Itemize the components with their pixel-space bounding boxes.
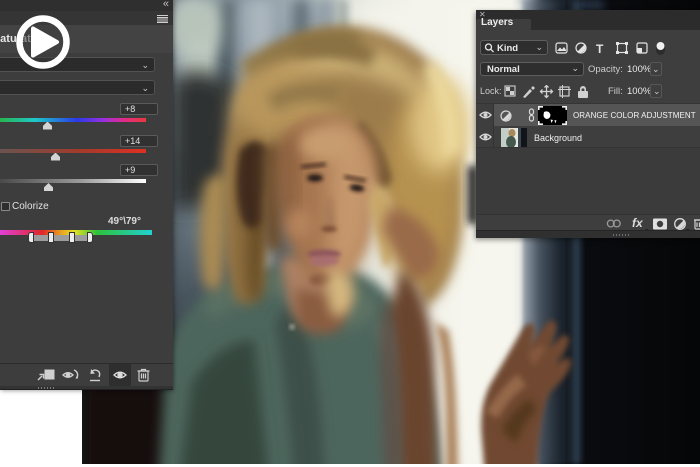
svg-text:T: T [596, 42, 604, 55]
